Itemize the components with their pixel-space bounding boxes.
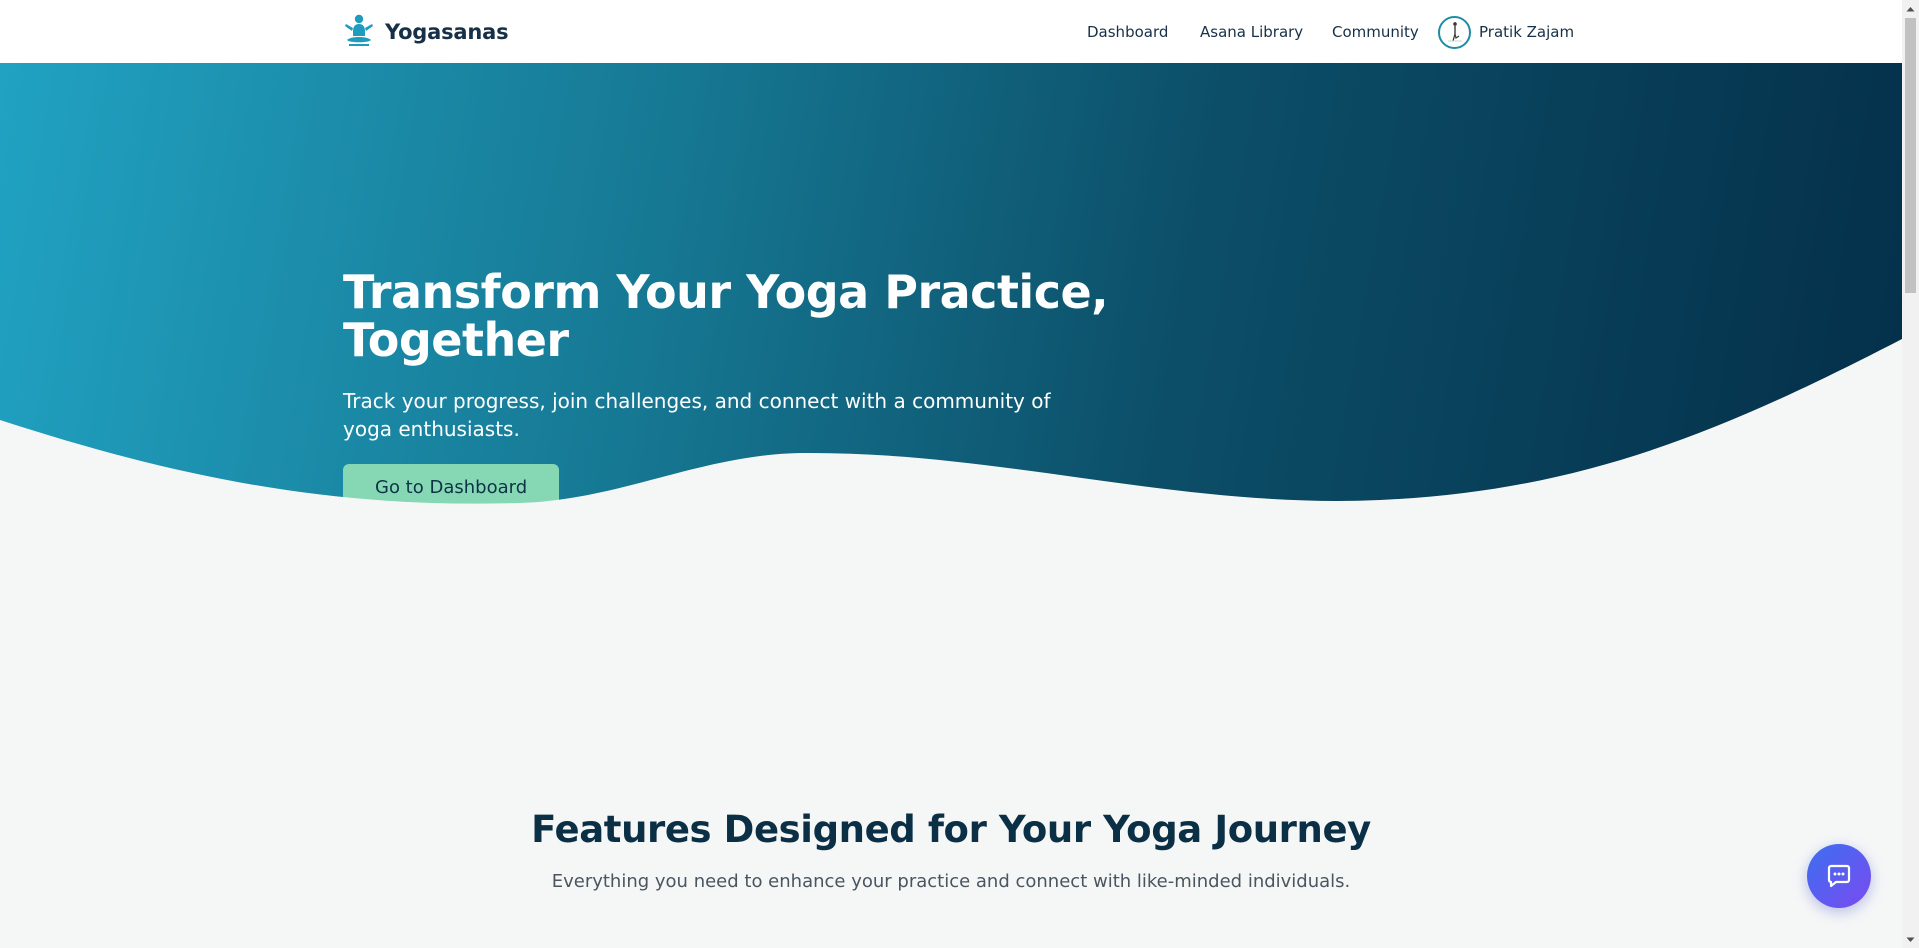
features-title: Features Designed for Your Yoga Journey <box>531 808 1371 851</box>
nav-link-dashboard[interactable]: Dashboard <box>1087 23 1168 41</box>
top-navbar: Yogasanas Dashboard Asana Library Commun… <box>0 0 1902 63</box>
scroll-up-arrow-icon[interactable] <box>1902 0 1919 17</box>
features-subtitle: Everything you need to enhance your prac… <box>551 871 1351 892</box>
brand-name: Yogasanas <box>385 20 509 44</box>
hero-wave-divider <box>0 339 1902 512</box>
chat-bubble-icon <box>1827 864 1851 888</box>
brand-logo-link[interactable]: Yogasanas <box>343 13 509 51</box>
meditation-figure-icon <box>345 14 373 46</box>
nav-link-community[interactable]: Community <box>1332 23 1419 41</box>
scrollbar-thumb[interactable] <box>1905 18 1916 293</box>
user-menu[interactable]: Pratik Zajam <box>1438 15 1574 49</box>
nav-link-asana-library[interactable]: Asana Library <box>1200 23 1303 41</box>
vertical-scrollbar[interactable] <box>1902 0 1919 948</box>
hero-section: Transform Your Yoga Practice, Together T… <box>0 63 1902 512</box>
user-name: Pratik Zajam <box>1479 23 1575 41</box>
yoga-pose-avatar-icon <box>1447 22 1462 42</box>
chat-button[interactable] <box>1807 844 1871 908</box>
page: Yogasanas Dashboard Asana Library Commun… <box>0 0 1919 948</box>
user-avatar[interactable] <box>1438 15 1471 49</box>
scroll-down-arrow-icon[interactable] <box>1902 931 1919 948</box>
